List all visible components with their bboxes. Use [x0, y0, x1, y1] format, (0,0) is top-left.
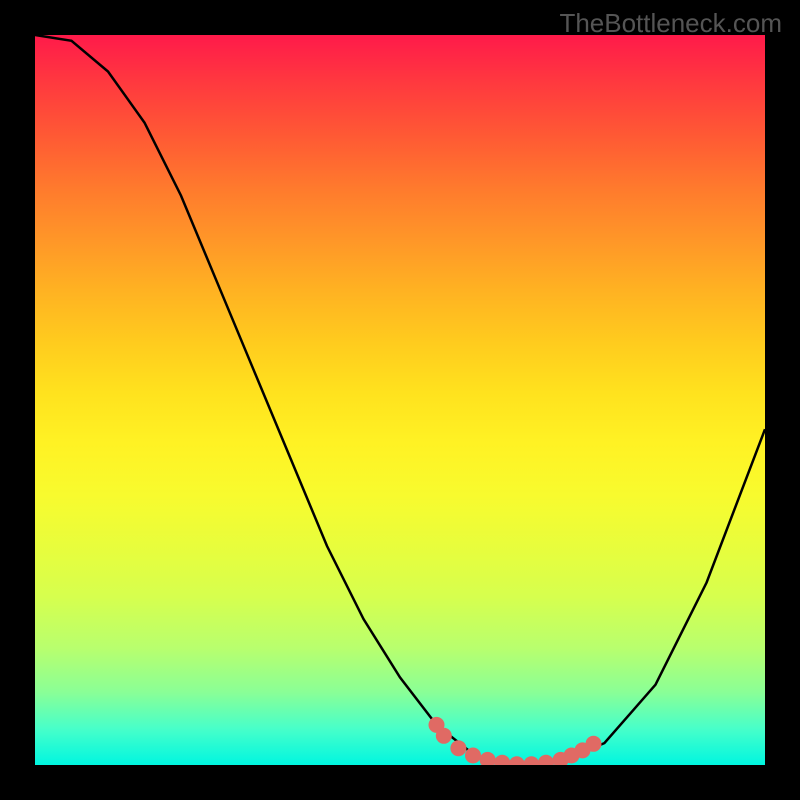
highlight-dot — [450, 740, 466, 756]
highlight-dot — [436, 728, 452, 744]
watermark-text: TheBottleneck.com — [559, 8, 782, 39]
highlight-dots-group — [429, 717, 602, 765]
highlight-dot — [480, 752, 496, 765]
bottleneck-curve — [35, 35, 765, 765]
highlight-dot — [509, 756, 525, 765]
highlight-dot — [538, 755, 554, 765]
highlight-dot — [465, 748, 481, 764]
highlight-dot — [494, 755, 510, 765]
highlight-dot — [586, 736, 602, 752]
chart-svg — [35, 35, 765, 765]
highlight-dot — [523, 756, 539, 765]
